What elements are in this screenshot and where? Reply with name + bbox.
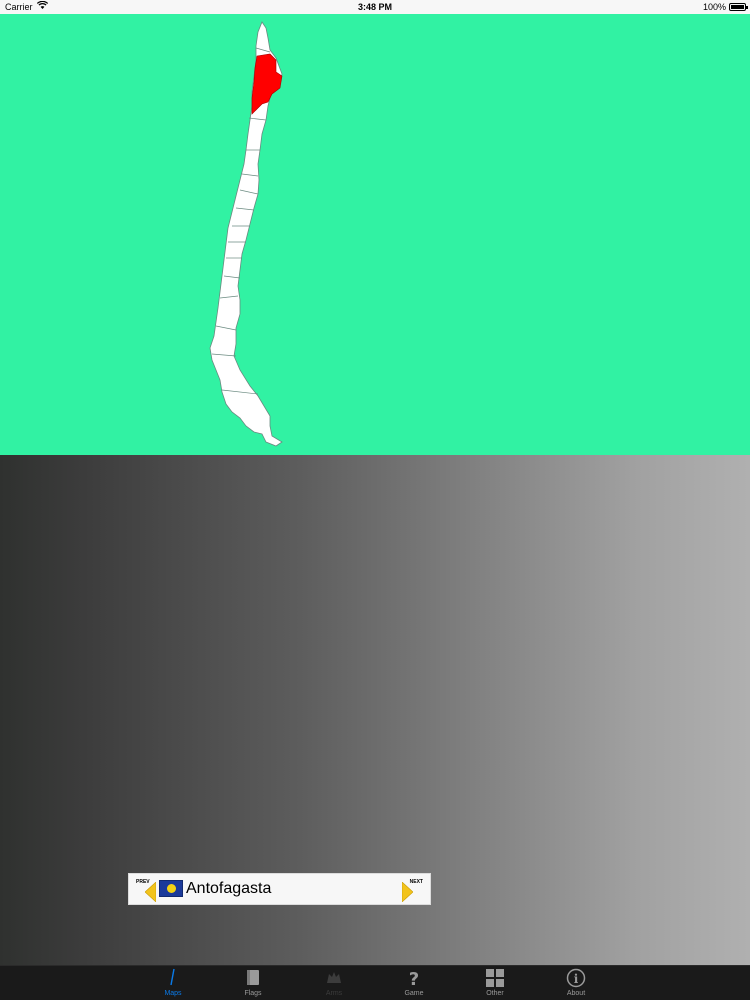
tab-bar: Maps Flags Arms ? Game Other i About: [0, 965, 750, 1000]
prev-button[interactable]: PREV: [133, 877, 157, 903]
tab-label: Other: [486, 990, 504, 997]
battery-icon: [729, 3, 748, 11]
antofagasta-flag-icon: [159, 880, 183, 897]
tab-about[interactable]: i About: [536, 966, 616, 1000]
tab-label: Game: [404, 990, 424, 997]
clock: 3:48 PM: [357, 2, 392, 12]
tab-arms[interactable]: Arms: [294, 966, 374, 1000]
tab-other[interactable]: Other: [455, 966, 535, 1000]
grid-icon: [486, 969, 504, 987]
arrow-left-icon: [145, 882, 156, 902]
tab-maps[interactable]: Maps: [133, 966, 213, 1000]
tab-flags[interactable]: Flags: [213, 966, 293, 1000]
tab-label: About: [566, 990, 586, 997]
next-button[interactable]: NEXT: [402, 877, 426, 903]
flag-icon: [247, 970, 259, 985]
status-bar: Carrier 3:48 PM 100%: [0, 0, 750, 14]
map-pin-icon: [170, 968, 175, 986]
coat-of-arms-icon: [327, 972, 341, 983]
region-name: Antofagasta: [186, 880, 272, 897]
tab-label: Maps: [164, 990, 182, 997]
map-view[interactable]: [0, 14, 750, 455]
svg-text:i: i: [574, 972, 579, 986]
chile-map: [209, 21, 283, 447]
tab-label: Arms: [325, 990, 343, 997]
svg-text:?: ?: [409, 969, 419, 988]
tab-game[interactable]: ? Game: [374, 966, 454, 1000]
question-icon: ?: [409, 969, 419, 988]
tab-label: Flags: [244, 990, 262, 997]
region-navigator: PREV Antofagasta NEXT: [128, 873, 431, 905]
arrow-right-icon: [402, 882, 413, 902]
battery-percent: 100%: [702, 2, 726, 12]
info-icon: i: [566, 968, 586, 988]
